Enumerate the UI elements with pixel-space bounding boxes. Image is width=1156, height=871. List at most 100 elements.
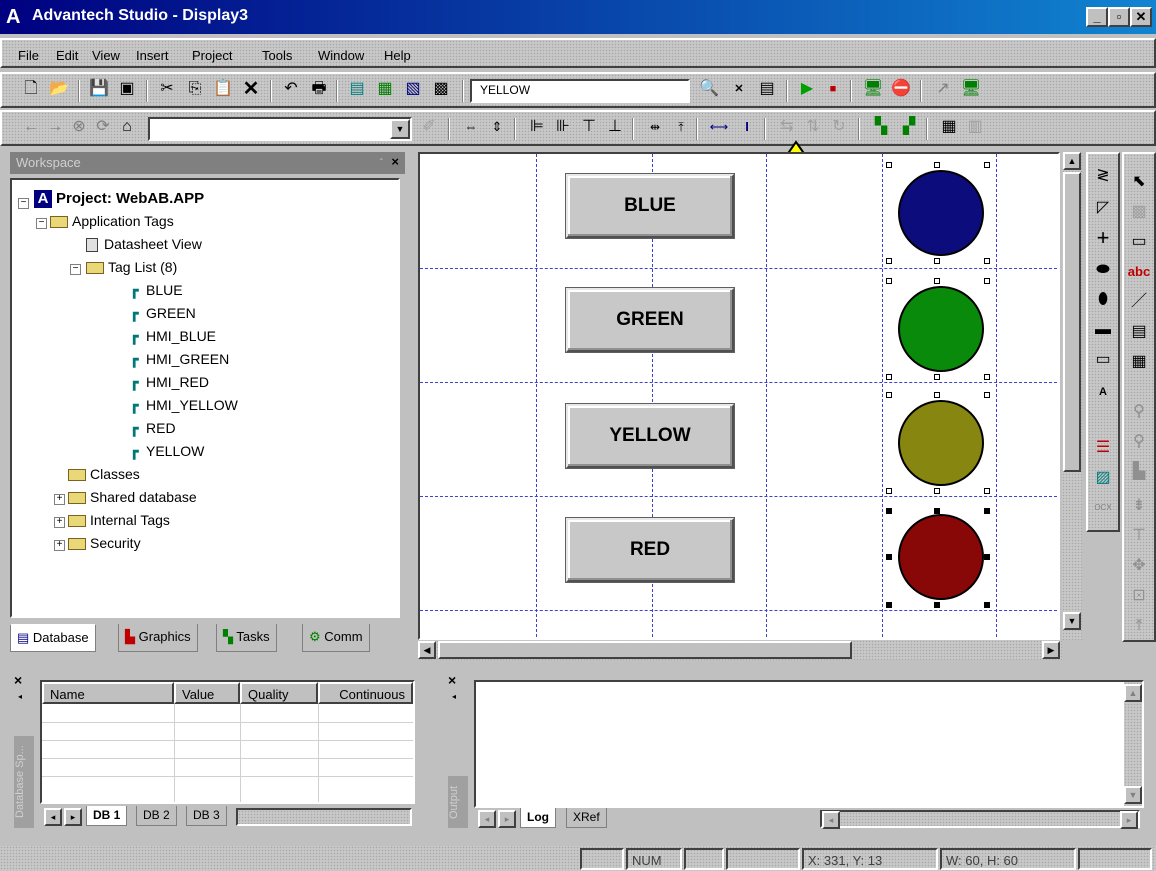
align-right-icon[interactable]: ⊪	[550, 115, 576, 141]
polyline-icon[interactable]: ≷	[1089, 164, 1117, 190]
blue-lamp[interactable]	[898, 170, 984, 256]
expand-icon[interactable]: +	[54, 517, 65, 528]
undo-icon[interactable]: ↶	[278, 77, 304, 103]
address-field[interactable]	[148, 117, 412, 141]
column-header[interactable]: Name	[42, 682, 174, 704]
green-lamp[interactable]	[898, 286, 984, 372]
run-icon[interactable]: ▶	[794, 77, 820, 103]
tree-tag[interactable]: ┏ HMI_BLUE	[130, 328, 216, 344]
open-icon[interactable]: 📂	[46, 77, 72, 103]
space-horizontal-icon[interactable]: ⟷	[706, 115, 732, 141]
tab-tasks[interactable]: ▚ Tasks	[216, 624, 277, 652]
rectangle-icon[interactable]: ▬	[1089, 318, 1117, 344]
red-button[interactable]: RED	[566, 518, 734, 582]
tab-db2[interactable]: DB 2	[136, 806, 177, 826]
position-icon[interactable]: ⊤	[1125, 524, 1153, 550]
expand-icon[interactable]: −	[36, 218, 47, 229]
pin-icon[interactable]: ◂	[18, 692, 22, 701]
scroll-right-icon[interactable]: ▸	[1120, 811, 1138, 829]
forward-icon[interactable]: →	[42, 115, 68, 141]
scroll-up-icon[interactable]: ▲	[1124, 684, 1142, 702]
stop-load-icon[interactable]: ⊗	[66, 115, 92, 141]
tree-shared-database[interactable]: Shared database	[68, 489, 197, 505]
tree-application-tags[interactable]: Application Tags	[50, 213, 174, 229]
output-window[interactable]: ▲ ▼	[474, 680, 1144, 808]
polygon-icon[interactable]: ◸	[1089, 196, 1117, 222]
tree-tag[interactable]: ┏ GREEN	[130, 305, 196, 321]
resize-icon[interactable]: ⊡	[1125, 584, 1153, 610]
yellow-button[interactable]: YELLOW	[566, 404, 734, 468]
line-icon[interactable]: +	[1089, 226, 1117, 252]
copy-icon[interactable]: ⎘	[182, 77, 208, 103]
align-top-icon[interactable]: ⊤	[576, 115, 602, 141]
blue-button[interactable]: BLUE	[566, 174, 734, 238]
screen-list-icon[interactable]: ▦	[372, 77, 398, 103]
tab-db1[interactable]: DB 1	[86, 806, 128, 826]
refresh-icon[interactable]: ⟳	[90, 115, 116, 141]
align-left-icon[interactable]: ⊫	[524, 115, 550, 141]
rotate-icon[interactable]: ↻	[826, 115, 852, 141]
scroll-down-icon[interactable]: ▼	[1063, 612, 1081, 630]
flip-h-icon[interactable]: ⇆	[774, 115, 800, 141]
center-v-icon[interactable]: ⤒	[668, 115, 694, 141]
tab-prev-icon[interactable]: ◂	[44, 808, 62, 826]
3d-rect-icon[interactable]: ▭	[1089, 348, 1117, 374]
menu-edit[interactable]: Edit	[56, 48, 78, 63]
green-button[interactable]: GREEN	[566, 288, 734, 352]
red-lamp[interactable]	[898, 514, 984, 600]
tree-tag[interactable]: ┏ HMI_GREEN	[130, 351, 229, 367]
close-icon[interactable]: ×	[391, 154, 399, 169]
menu-insert[interactable]: Insert	[136, 48, 169, 63]
search-icon[interactable]: ⚲	[1125, 430, 1153, 456]
runtime-icon[interactable]: 🖥	[860, 77, 886, 103]
tab-next-icon[interactable]: ▸	[498, 810, 516, 828]
back-icon[interactable]: ←	[18, 115, 44, 141]
same-height-icon[interactable]: ⇕	[484, 115, 510, 141]
scroll-left-icon[interactable]: ◂	[822, 811, 840, 829]
output-vscroll[interactable]: ▲ ▼	[1124, 682, 1142, 806]
center-h-icon[interactable]: ⇹	[642, 115, 668, 141]
tab-log[interactable]: Log	[520, 808, 556, 828]
expand-icon[interactable]: −	[70, 264, 81, 275]
tree-security[interactable]: Security	[68, 535, 141, 551]
close-icon[interactable]: ×	[14, 672, 22, 688]
expand-icon[interactable]: +	[54, 494, 65, 505]
remote-icon[interactable]: 🖥	[958, 77, 984, 103]
rounded-rect-icon[interactable]: ⬮	[1089, 288, 1117, 314]
menu-view[interactable]: View	[92, 48, 120, 63]
tree-internal-tags[interactable]: Internal Tags	[68, 512, 170, 528]
trend-icon[interactable]: ▨	[1089, 466, 1117, 492]
send-icon[interactable]: ↗	[930, 77, 956, 103]
go-icon[interactable]: ✐	[416, 115, 442, 141]
maximize-button[interactable]: ▫	[1108, 7, 1130, 27]
tree-project[interactable]: A Project: WebAB.APP	[34, 190, 204, 208]
menu-file[interactable]: File	[18, 48, 39, 63]
new-icon[interactable]: 🗋	[18, 77, 44, 103]
library-icon[interactable]: ▩	[428, 77, 454, 103]
move-icon[interactable]: ✥	[1125, 554, 1153, 580]
column-header[interactable]: Value	[174, 682, 240, 704]
delete-icon[interactable]: ✕	[238, 77, 264, 103]
screen-icon[interactable]: ▤	[344, 77, 370, 103]
bitmap-icon[interactable]: ▩	[1125, 200, 1153, 226]
menu-project[interactable]: Project	[192, 48, 232, 63]
save-all-icon[interactable]: ▣	[114, 77, 140, 103]
scroll-left-icon[interactable]: ◀	[418, 641, 436, 659]
tree-tag-list[interactable]: Tag List (8)	[86, 259, 177, 275]
tree-tag[interactable]: ┏ BLUE	[130, 282, 183, 298]
menu-tools[interactable]: Tools	[262, 48, 292, 63]
spell-icon[interactable]: abc	[1125, 260, 1153, 286]
stop-icon[interactable]: ■	[820, 77, 846, 103]
canvas-hscroll[interactable]: ◀ ▶	[418, 640, 1062, 660]
tree-tag[interactable]: ┏ YELLOW	[130, 443, 204, 459]
chevron-down-icon[interactable]: ▼	[390, 119, 410, 139]
paste-icon[interactable]: 📋	[210, 77, 236, 103]
hscroll-thumb[interactable]	[438, 641, 852, 659]
tree-classes[interactable]: Classes	[68, 466, 140, 482]
xref-icon[interactable]: ✕	[726, 77, 752, 103]
column-header[interactable]: Continuous	[318, 682, 413, 704]
alarm-icon[interactable]: ☰	[1089, 436, 1117, 462]
tab-database[interactable]: ▤ Database	[10, 624, 96, 652]
space-vertical-icon[interactable]: I	[734, 115, 760, 141]
tab-xref[interactable]: XRef	[566, 808, 607, 828]
